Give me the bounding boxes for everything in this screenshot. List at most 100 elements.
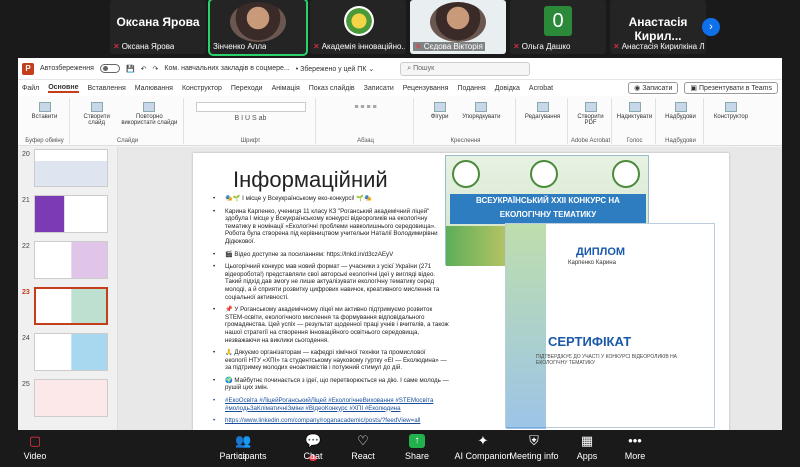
bullet-item: 🌍 Майбутнє починається з ідеї, що перетв… <box>211 377 449 392</box>
slide-thumbnails-panel: 20 21 22 23 24 25 <box>18 147 118 430</box>
record-button[interactable]: ◉ Записати <box>628 82 679 94</box>
save-status[interactable]: • Збережено у цей ПК ⌄ <box>296 65 374 73</box>
teams-icon: ▣ <box>690 85 699 92</box>
participant-name: ✕ Оксана Ярова <box>113 42 175 51</box>
autosave-toggle[interactable] <box>99 64 120 73</box>
save-icon[interactable]: 💾 <box>126 65 135 73</box>
font-format-buttons[interactable]: B I U S ab <box>196 115 306 125</box>
tab-transitions[interactable]: Переходи <box>231 85 263 92</box>
powerpoint-window: P Автозбереження 💾 ↶ ↷ Ком. навчальних з… <box>18 58 782 430</box>
document-title: Ком. навчальних закладів в соцмере... <box>164 65 290 72</box>
slide-thumbnail[interactable]: 21 <box>18 195 118 235</box>
ribbon: Вставити Буфер обміну Створити слайд Пов… <box>18 96 782 146</box>
addins-button[interactable]: Надбудови <box>661 98 701 120</box>
slide-canvas[interactable]: Інформаційний 🎭🌱 І місце у Всеукраїнсько… <box>193 153 729 430</box>
designer-button[interactable]: Конструктор <box>708 98 754 120</box>
mic-muted-icon: ✕ <box>415 42 422 51</box>
paragraph-buttons[interactable]: ≡ ≡ ≡ ≡ <box>326 104 406 114</box>
paste-button[interactable]: Вставити <box>24 98 66 120</box>
tab-home[interactable]: Основне <box>48 84 79 93</box>
participants-button[interactable]: 👥13 Participants <box>208 433 278 462</box>
more-button[interactable]: ••• More <box>600 433 670 462</box>
workspace: 20 21 22 23 24 25 Інформаційний 🎭🌱 І міс… <box>18 147 782 430</box>
meeting-controls: ▢ Video 👥13 Participants 💬1 Chat ♡ React ↑ Sh… <box>0 430 800 467</box>
group-label: Абзац <box>357 138 374 144</box>
participant-name: ✕ Ольга Дашко <box>513 42 571 51</box>
editing-button[interactable]: Редагування <box>522 98 564 120</box>
title-bar: P Автозбереження 💾 ↶ ↷ Ком. навчальних з… <box>18 58 782 80</box>
participant-tile[interactable]: ✕ Академія інноваційно... <box>310 0 406 54</box>
group-label: Adobe Acrobat <box>570 138 611 144</box>
font-group: B I U S ab Шрифт <box>186 98 316 144</box>
video-button[interactable]: ▢ Video <box>0 434 70 462</box>
link[interactable]: https://www.linkedin.com/company/roganac… <box>211 417 449 425</box>
dictate-button[interactable]: Надиктувати <box>616 98 654 120</box>
participant-tile[interactable]: Оксана Ярова ✕ Оксана Ярова <box>110 0 206 54</box>
participant-tile[interactable]: Анастасія Кирил... ✕ Анастасія Кирилкіна … <box>610 0 706 54</box>
create-pdf-button[interactable]: Створити PDF <box>573 98 609 126</box>
next-participants-button[interactable]: › <box>702 18 720 36</box>
tab-design[interactable]: Конструктор <box>182 85 222 92</box>
font-name-select[interactable] <box>195 102 306 112</box>
tab-draw[interactable]: Малювання <box>135 85 173 92</box>
tab-slideshow[interactable]: Показ слайдів <box>309 85 355 92</box>
group-label: Слайди <box>116 138 139 144</box>
participant-strip: Оксана Ярова ✕ Оксана Ярова Зінченко Алла… <box>110 0 710 56</box>
bullet-item: 🎬 Відео доступне за посиланням: https://… <box>211 251 449 259</box>
slide-thumbnail[interactable]: 20 <box>18 149 118 189</box>
chat-icon: 💬1 <box>305 433 322 461</box>
mic-muted-icon: ✕ <box>513 42 520 51</box>
apps-icon: ▦ <box>580 433 594 448</box>
search-input[interactable]: ⌕ Пошук <box>400 61 531 76</box>
slide-thumbnail[interactable]: 25 <box>18 379 118 419</box>
search-icon <box>536 102 549 112</box>
tab-animation[interactable]: Анімація <box>272 85 300 92</box>
more-icon: ••• <box>628 433 642 448</box>
participants-icon: 👥13 <box>235 433 252 462</box>
mic-muted-icon: ✕ <box>313 42 320 51</box>
addins-group: Надбудови Надбудови <box>658 98 704 144</box>
participant-tile[interactable]: 0 ✕ Ольга Дашко <box>510 0 606 54</box>
slide-thumbnail-selected[interactable]: 23 <box>18 287 118 327</box>
tab-review[interactable]: Рецензування <box>403 85 449 92</box>
participant-tile[interactable]: ✕ Сєдова Вікторія <box>410 0 506 54</box>
certificate-text: ПІДТВЕРДЖУЄ ДО УЧАСТІ У КОНКУРСІ ВІДЕОРО… <box>536 354 678 366</box>
diploma-heading: ДИПЛОМ <box>576 246 626 258</box>
present-teams-button[interactable]: ▣ Презентувати в Teams <box>684 82 778 94</box>
tab-view[interactable]: Подання <box>457 85 485 92</box>
tab-help[interactable]: Довідка <box>495 85 520 92</box>
voice-group: Надиктувати Голос <box>614 98 656 144</box>
slide-thumbnail[interactable]: 22 <box>18 241 118 281</box>
reuse-slides-button[interactable]: Повторно використати слайди <box>119 98 179 126</box>
shapes-button[interactable]: Фігури <box>425 98 455 120</box>
tab-insert[interactable]: Вставлення <box>88 85 126 92</box>
undo-icon[interactable]: ↶ <box>141 65 147 73</box>
share-icon: ↑ <box>409 434 425 448</box>
pdf-icon <box>584 102 597 112</box>
diploma-certificate-image[interactable]: ДИПЛОМ Карпенко Карина СЕРТИФІКАТ ПІДТВЕ… <box>505 223 715 429</box>
mic-muted-icon: ✕ <box>613 42 620 51</box>
clipboard-group: Вставити Буфер обміну <box>20 98 70 144</box>
slides-group: Створити слайд Повторно використати слай… <box>72 98 184 144</box>
designer-group: Конструктор <box>706 98 756 144</box>
participant-name: Зінченко Алла <box>213 42 267 51</box>
record-icon: ◉ <box>634 85 643 92</box>
slide-text-body[interactable]: 🎭🌱 І місце у Всеукраїнському еко-конкурс… <box>211 195 449 430</box>
bullet-item: 📌 У Роганському академічному ліцеї ми ак… <box>211 306 449 344</box>
tab-file[interactable]: Файл <box>22 85 39 92</box>
participant-avatar: 0 <box>544 6 572 36</box>
shapes-icon <box>433 102 446 112</box>
participant-name: ✕ Сєдова Вікторія <box>413 42 485 51</box>
participant-tile-active-speaker[interactable]: Зінченко Алла <box>208 0 308 56</box>
tab-record[interactable]: Записати <box>364 85 394 92</box>
slide-thumbnail[interactable]: 24 <box>18 333 118 373</box>
arrange-button[interactable]: Упорядкувати <box>456 98 506 120</box>
redo-icon[interactable]: ↷ <box>153 65 159 73</box>
slide-title[interactable]: Інформаційний <box>233 167 388 193</box>
addins-icon <box>674 102 687 112</box>
diploma-name: Карпенко Карина <box>568 260 616 266</box>
tab-acrobat[interactable]: Acrobat <box>529 85 553 92</box>
new-slide-button[interactable]: Створити слайд <box>76 98 118 126</box>
participant-name: ✕ Анастасія Кирилкіна Л... <box>613 42 705 51</box>
acrobat-group: Створити PDF Adobe Acrobat <box>570 98 612 144</box>
